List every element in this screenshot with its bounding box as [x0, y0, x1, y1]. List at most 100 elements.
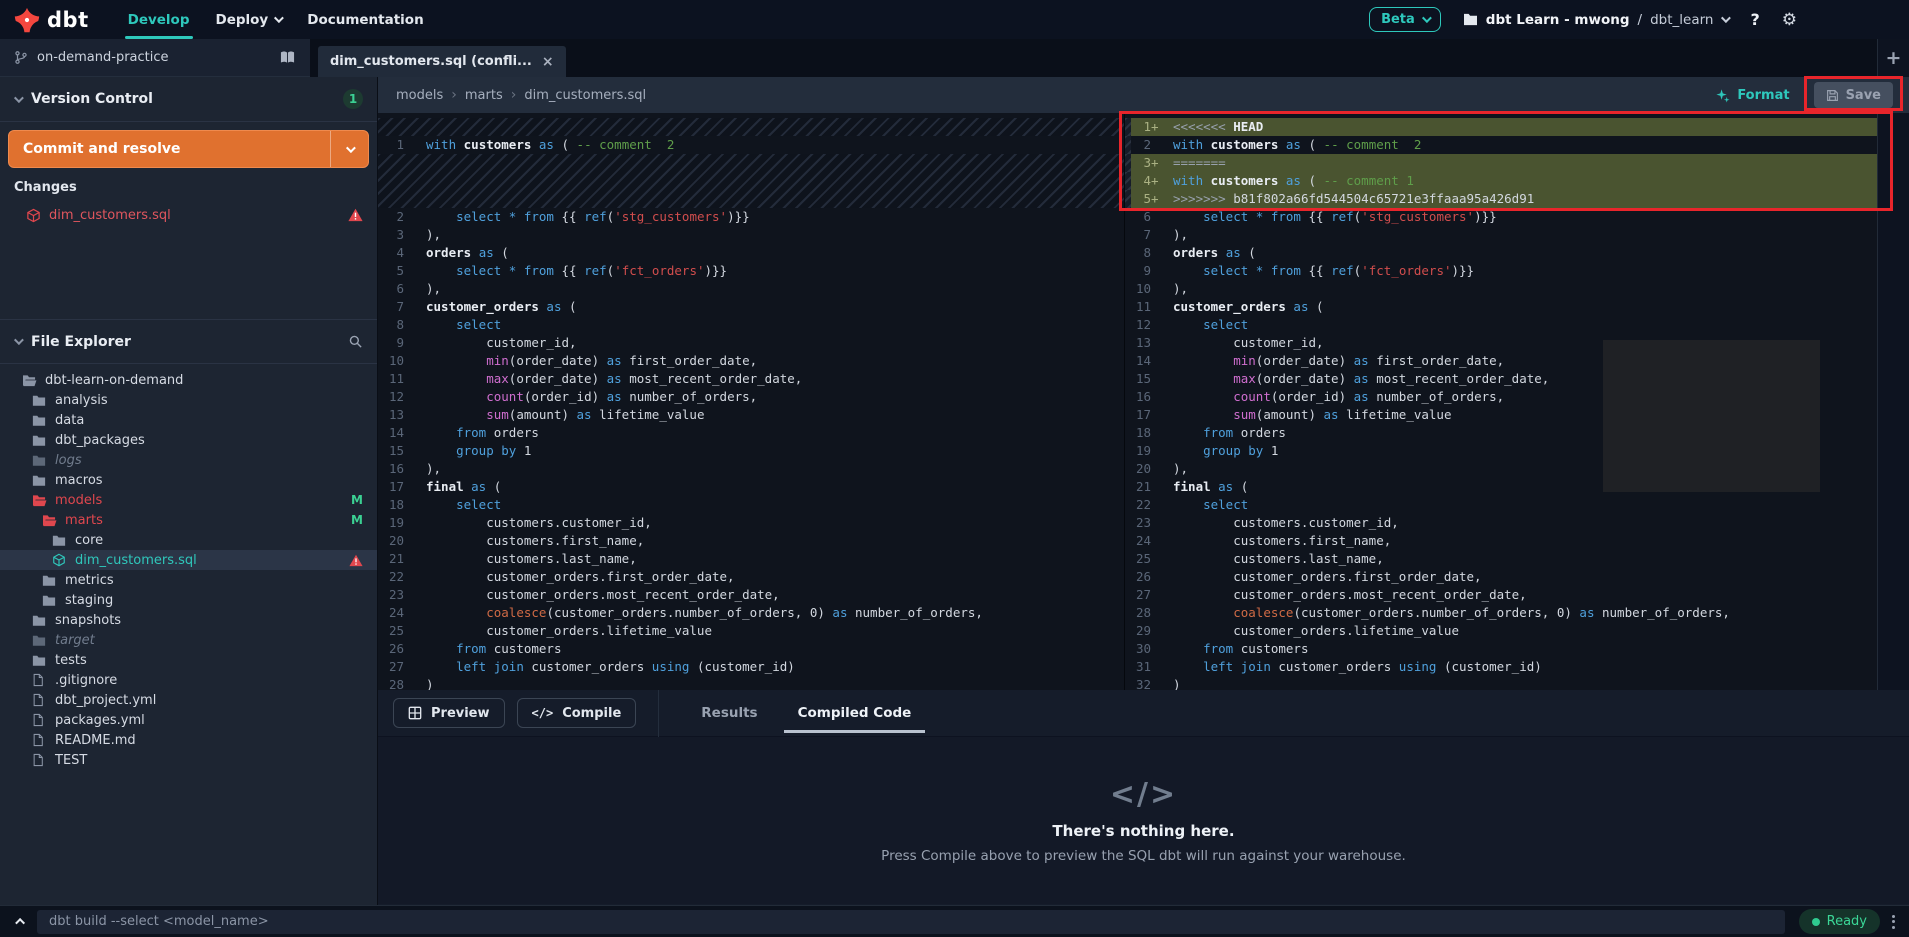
tree-item-core[interactable]: core: [0, 530, 377, 550]
status-badge[interactable]: Ready: [1799, 909, 1880, 934]
code-line[interactable]: 14 from orders: [378, 424, 1124, 442]
code-line[interactable]: 26 from customers: [378, 640, 1124, 658]
breadcrumb-marts[interactable]: marts: [465, 88, 503, 103]
project-switcher[interactable]: dbt Learn - mwong / dbt_learn: [1463, 12, 1729, 28]
code-line[interactable]: 8orders as (: [1125, 244, 1877, 262]
tree-item-dbt-project-yml[interactable]: dbt_project.yml: [0, 690, 377, 710]
tree-item-models[interactable]: modelsM: [0, 490, 377, 510]
settings-gear-icon[interactable]: ⚙: [1782, 10, 1797, 30]
code-line[interactable]: 12 count(order_id) as number_of_orders,: [378, 388, 1124, 406]
docs-book-icon[interactable]: [279, 50, 296, 65]
commit-and-resolve-button[interactable]: Commit and resolve: [8, 130, 369, 168]
code-line[interactable]: 6),: [378, 280, 1124, 298]
tree-item-analysis[interactable]: analysis: [0, 390, 377, 410]
code-line[interactable]: 28): [378, 676, 1124, 690]
dbt-logo[interactable]: dbt: [14, 7, 89, 33]
code-line[interactable]: 10 min(order_date) as first_order_date,: [378, 352, 1124, 370]
code-line[interactable]: 11customer_orders as (: [1125, 298, 1877, 316]
code-line[interactable]: 24 coalesce(customer_orders.number_of_or…: [378, 604, 1124, 622]
tree-item-packages-yml[interactable]: packages.yml: [0, 710, 377, 730]
nav-develop[interactable]: Develop: [115, 0, 203, 39]
code-line[interactable]: 15 group by 1: [378, 442, 1124, 460]
code-line[interactable]: 4orders as (: [378, 244, 1124, 262]
changed-file-row[interactable]: dim_customers.sql: [0, 203, 377, 227]
tree-item-test[interactable]: TEST: [0, 750, 377, 770]
tree-item-dbt-learn-on-demand[interactable]: dbt-learn-on-demand: [0, 370, 377, 390]
code-line[interactable]: 2 select * from {{ ref('stg_customers')}…: [378, 208, 1124, 226]
kebab-menu-icon[interactable]: [1892, 912, 1895, 931]
code-line[interactable]: 11 max(order_date) as most_recent_order_…: [378, 370, 1124, 388]
tree-item-snapshots[interactable]: snapshots: [0, 610, 377, 630]
tree-item-logs[interactable]: logs: [0, 450, 377, 470]
code-line[interactable]: 20 customers.first_name,: [378, 532, 1124, 550]
command-input[interactable]: [37, 910, 1785, 934]
new-tab-button[interactable]: +: [1878, 39, 1909, 69]
code-line[interactable]: 19 customers.customer_id,: [378, 514, 1124, 532]
tree-item-data[interactable]: data: [0, 410, 377, 430]
code-line[interactable]: 25 customer_orders.lifetime_value: [378, 622, 1124, 640]
code-line[interactable]: 29 customer_orders.lifetime_value: [1125, 622, 1877, 640]
code-line[interactable]: 12 select: [1125, 316, 1877, 334]
editor-pane-left[interactable]: 1with customers as ( -- comment 2 2 selec…: [378, 113, 1124, 690]
search-icon[interactable]: [348, 334, 363, 349]
tree-item-macros[interactable]: macros: [0, 470, 377, 490]
code-line[interactable]: 17final as (: [378, 478, 1124, 496]
help-button[interactable]: ?: [1750, 10, 1759, 29]
code-line[interactable]: 7customer_orders as (: [378, 298, 1124, 316]
code-line[interactable]: 9 customer_id,: [378, 334, 1124, 352]
code-line[interactable]: 26 customer_orders.first_order_date,: [1125, 568, 1877, 586]
code-line[interactable]: 23 customers.customer_id,: [1125, 514, 1877, 532]
breadcrumb-models[interactable]: models: [396, 88, 443, 103]
code-line[interactable]: 23 customer_orders.most_recent_order_dat…: [378, 586, 1124, 604]
tree-item-dbt-packages[interactable]: dbt_packages: [0, 430, 377, 450]
tab-dim-customers[interactable]: dim_customers.sql (confli... ×: [318, 46, 566, 77]
tab-compiled-code[interactable]: Compiled Code: [798, 690, 912, 737]
code-line[interactable]: 8 select: [378, 316, 1124, 334]
tree-item--gitignore[interactable]: .gitignore: [0, 670, 377, 690]
tree-item-label: marts: [65, 513, 103, 528]
nav-documentation[interactable]: Documentation: [294, 0, 436, 39]
preview-button[interactable]: Preview: [393, 698, 505, 728]
tree-item-target[interactable]: target: [0, 630, 377, 650]
breadcrumb-file[interactable]: dim_customers.sql: [524, 88, 646, 103]
compile-button[interactable]: </> Compile: [517, 698, 637, 728]
code-line[interactable]: 30 from customers: [1125, 640, 1877, 658]
code-line[interactable]: 21 customers.last_name,: [378, 550, 1124, 568]
code-line[interactable]: 32): [1125, 676, 1877, 690]
code-line[interactable]: 25 customers.last_name,: [1125, 550, 1877, 568]
diff-spacer: [378, 118, 1124, 136]
git-branch-header[interactable]: on-demand-practice: [0, 39, 310, 77]
code-line[interactable]: 10),: [1125, 280, 1877, 298]
code-line[interactable]: 3),: [378, 226, 1124, 244]
tab-close-icon[interactable]: ×: [542, 54, 554, 70]
chevron-up-icon[interactable]: [15, 918, 25, 928]
nav-deploy[interactable]: Deploy: [203, 0, 295, 39]
file-explorer-header[interactable]: File Explorer: [0, 319, 377, 364]
code-line[interactable]: 9 select * from {{ ref('fct_orders')}}: [1125, 262, 1877, 280]
code-line[interactable]: 16),: [378, 460, 1124, 478]
tree-item-marts[interactable]: martsM: [0, 510, 377, 530]
path-separator: /: [1638, 12, 1643, 28]
version-control-header[interactable]: Version Control 1: [0, 77, 377, 122]
tab-results[interactable]: Results: [701, 690, 757, 737]
tree-item-staging[interactable]: staging: [0, 590, 377, 610]
code-line[interactable]: 7),: [1125, 226, 1877, 244]
code-line[interactable]: 24 customers.first_name,: [1125, 532, 1877, 550]
code-line[interactable]: 18 select: [378, 496, 1124, 514]
beta-dropdown[interactable]: Beta: [1369, 7, 1441, 32]
code-line[interactable]: 13 sum(amount) as lifetime_value: [378, 406, 1124, 424]
code-line[interactable]: 28 coalesce(customer_orders.number_of_or…: [1125, 604, 1877, 622]
code-line[interactable]: 27 customer_orders.most_recent_order_dat…: [1125, 586, 1877, 604]
format-button[interactable]: Format: [1715, 88, 1789, 103]
code-line[interactable]: 31 left join customer_orders using (cust…: [1125, 658, 1877, 676]
tree-item-readme-md[interactable]: README.md: [0, 730, 377, 750]
code-line[interactable]: 5 select * from {{ ref('fct_orders')}}: [378, 262, 1124, 280]
tree-item-tests[interactable]: tests: [0, 650, 377, 670]
tree-item-metrics[interactable]: metrics: [0, 570, 377, 590]
code-line[interactable]: 22 select: [1125, 496, 1877, 514]
tree-item-dim-customers-sql[interactable]: dim_customers.sql: [0, 550, 377, 570]
code-line[interactable]: 22 customer_orders.first_order_date,: [378, 568, 1124, 586]
code-line[interactable]: 27 left join customer_orders using (cust…: [378, 658, 1124, 676]
code-line[interactable]: 1with customers as ( -- comment 2: [378, 136, 1124, 154]
commit-options-caret[interactable]: [330, 131, 368, 167]
